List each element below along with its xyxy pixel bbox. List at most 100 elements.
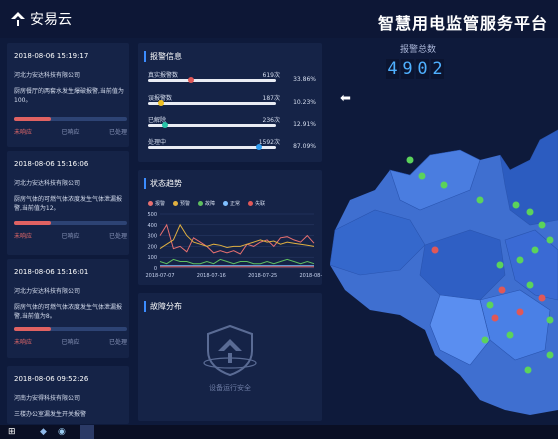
x-tick-label: 2018-07-07 [145,273,174,279]
step-responded[interactable]: 已响应 [61,337,79,346]
alarm-progress-fill [14,117,52,121]
y-tick-label: 0 [154,266,157,272]
alarm-time: 2018-08-06 15:19:17 [14,52,89,60]
legend-label: 报警 [155,201,166,207]
alarm-marker[interactable] [538,294,546,302]
normal-marker[interactable] [526,208,534,216]
legend-item[interactable]: 故障 [198,200,215,207]
empty-state-text: 设备运行安全 [209,384,251,392]
stat-knob [188,77,195,83]
series-line [159,223,315,250]
alarm-card[interactable]: 2018-08-06 15:19:17 河北力安达科技有限公司 厨房餐厅的两套水… [7,43,129,147]
alarm-card[interactable]: 2018-08-06 15:16:06 河北力安达科技有限公司 厨房气体的可燃气… [7,151,129,255]
app-icon[interactable]: ◉ [58,427,66,437]
legend-label: 失联 [255,201,266,207]
step-handled[interactable]: 已处理 [109,337,127,346]
normal-marker[interactable] [526,281,534,289]
step-unresponded[interactable]: 未响应 [14,127,32,136]
alarm-company: 河南力安得科技有限公司 [14,395,81,402]
stat-percent: 33.86% [293,76,316,83]
y-tick-label: 500 [147,212,157,218]
y-tick-label: 200 [147,244,157,250]
status-trend-chart: 500 400 300 200 100 02018-07-07 2018-07-16 2018… [145,212,322,279]
stat-label: 真实报警数 [148,72,179,79]
stat-count: 236次 [262,117,280,124]
step-responded[interactable]: 已响应 [61,231,79,240]
normal-marker[interactable] [512,201,520,209]
alarm-company: 河北力安达科技有限公司 [14,180,81,187]
step-unresponded[interactable]: 未响应 [14,337,32,346]
y-tick-label: 100 [147,255,157,261]
stat-track [148,102,276,105]
app-icon[interactable]: ◆ [40,427,47,437]
normal-marker[interactable] [506,331,514,339]
alarm-marker[interactable] [431,246,439,254]
alarm-marker[interactable] [491,314,499,322]
brand-name: 安易云 [30,12,72,28]
browser-icon[interactable] [80,425,94,439]
alarm-description: 厨房餐厅的两套水发生爆破报警,当前值为100。 [14,88,124,104]
legend-item[interactable]: 失联 [248,200,265,207]
stat-percent: 10.23% [293,99,316,106]
status-trend-panel: 状态趋势 报警 预警 故障 正常 失联 500 400 300 200 100 0 2018… [138,170,322,285]
alarm-progress-fill [14,221,52,225]
step-unresponded[interactable]: 未响应 [14,231,32,240]
legend-item[interactable]: 正常 [223,200,240,207]
alarm-total-counter: 4 9 0 2 [386,59,444,79]
normal-marker[interactable] [546,316,554,324]
panel-title: 状态趋势 [144,178,182,189]
alarm-steps: 未响应 已响应 已处理 [14,337,127,346]
china-map[interactable] [330,100,558,425]
shield-icon [203,324,257,377]
stat-count: 187次 [262,95,280,102]
brand-logo[interactable]: 安易云 [10,9,72,29]
normal-marker[interactable] [440,181,448,189]
alarm-card[interactable]: 2018-08-06 09:52:26 河南力安得科技有限公司 三楼办公室漏发生… [7,366,129,424]
legend-item[interactable]: 报警 [148,200,165,207]
step-handled[interactable]: 已处理 [109,231,127,240]
normal-marker[interactable] [476,196,484,204]
normal-marker[interactable] [496,261,504,269]
normal-marker[interactable] [481,336,489,344]
stat-track [148,79,276,82]
normal-marker[interactable] [516,256,524,264]
page-title: 智慧用电监管服务平台 [377,14,548,33]
alarm-steps: 未响应 已响应 已处理 [14,231,127,240]
alarm-progress-bar [14,221,127,225]
normal-marker[interactable] [546,351,554,359]
legend-label: 正常 [230,201,241,207]
normal-marker[interactable] [406,156,414,164]
x-tick-label: 2018-07-25 [248,273,277,279]
normal-marker[interactable] [538,221,546,229]
stat-row-false-alarms: 误报警数 187次 10.23% [148,93,318,113]
normal-marker[interactable] [418,172,426,180]
stat-count: 1592次 [258,139,280,146]
stat-row-real-alarms: 真实报警数 619次 33.86% [148,70,318,90]
normal-marker[interactable] [486,301,494,309]
step-handled[interactable]: 已处理 [109,127,127,136]
stat-knob [161,122,168,128]
alarm-time: 2018-08-06 15:16:06 [14,160,89,168]
legend-item[interactable]: 预警 [173,200,190,207]
alarm-card[interactable]: 2018-08-06 15:16:01 河北力安达科技有限公司 厨房气体的可燃气… [7,259,129,358]
alarm-marker[interactable] [516,308,524,316]
legend-label: 预警 [180,201,191,207]
alarm-steps: 未响应 已响应 已处理 [14,127,127,136]
step-responded[interactable]: 已响应 [61,127,79,136]
stat-knob [158,100,165,106]
normal-marker[interactable] [524,366,532,374]
panel-title: 故障分布 [144,301,182,312]
stat-count: 619次 [262,72,280,79]
windows-start-icon[interactable]: ⊞ [8,427,16,437]
stat-row-processing: 处理中 1592次 87.09% [148,137,318,157]
alarm-description: 三楼办公室漏发生开关报警 [14,411,87,418]
normal-marker[interactable] [546,236,554,244]
counter-digit: 2 [431,59,444,79]
logo-icon [11,12,25,26]
counter-digit: 0 [416,59,429,79]
alarm-marker[interactable] [498,286,506,294]
stat-row-resolved: 已解除 236次 12.91% [148,115,318,135]
alarm-info-panel: 报警信息 真实报警数 619次 33.86% 误报警数 187次 10.23% … [138,43,322,162]
normal-marker[interactable] [531,246,539,254]
stat-percent: 87.09% [293,143,316,150]
